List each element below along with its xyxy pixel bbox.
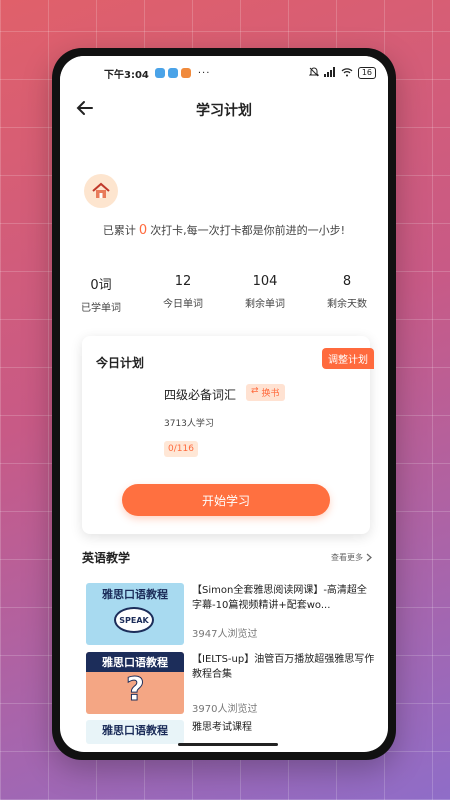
swap-icon: ⇄ <box>251 386 259 396</box>
app-notification-icon <box>180 68 191 78</box>
battery-icon: 16 <box>357 67 376 79</box>
course-views: 3970人浏览过 <box>192 704 258 715</box>
stat-learned: 0词 已学单词 <box>60 274 142 314</box>
stat-value: 8 <box>342 274 352 289</box>
stat-remaining-words: 104 剩余单词 <box>224 274 306 314</box>
course-item[interactable]: 雅思口语教程 SPEAK 【Simon全套雅思阅读网课】-高清超全字幕-10篇视… <box>86 583 376 645</box>
stat-label: 已学单词 <box>81 303 121 314</box>
app-notification-icon <box>154 68 165 78</box>
house-icon <box>92 182 110 198</box>
nav-bar: 学习计划 <box>60 90 388 130</box>
course-item[interactable]: 雅思口语教程 雅思考试课程 <box>86 720 376 744</box>
course-info: 【IELTS-up】油管百万播放超强雅思写作教程合集 3970人浏览过 <box>192 652 376 715</box>
thumb-banner: 雅思口语教程 <box>86 652 184 672</box>
course-thumbnail: 雅思口语教程 SPEAK <box>86 583 184 645</box>
course-views: 3947人浏览过 <box>192 629 258 640</box>
stat-remaining-days: 8 剩余天数 <box>306 274 388 314</box>
course-title: 雅思考试课程 <box>192 722 252 733</box>
app-screen: 下午3:04 ··· 16 学习计划 已累计 0 次打卡,每一次打卡都是你前进的… <box>60 56 388 752</box>
page-title: 学习计划 <box>196 103 252 119</box>
stat-label: 今日单词 <box>163 299 203 310</box>
question-mark-icon: ? <box>126 670 146 709</box>
checkin-prefix: 已累计 <box>102 224 136 237</box>
stat-value: 104 <box>252 274 278 289</box>
phone-frame: 下午3:04 ··· 16 学习计划 已累计 0 次打卡,每一次打卡都是你前进的… <box>52 48 396 760</box>
stats-row: 0词 已学单词 12 今日单词 104 剩余单词 8 剩余天数 <box>60 274 388 314</box>
checkin-summary: 已累计 0 次打卡,每一次打卡都是你前进的一小步! <box>60 222 388 238</box>
progress-badge: 0/116 <box>164 441 198 457</box>
plan-title: 今日计划 <box>96 356 145 370</box>
stat-value: 12 <box>174 274 192 289</box>
section-title: 英语教学 <box>82 551 131 565</box>
course-thumbnail: 雅思口语教程 <box>86 720 184 744</box>
course-item[interactable]: 雅思口语教程 ? 【IELTS-up】油管百万播放超强雅思写作教程合集 3970… <box>86 652 376 715</box>
back-arrow-icon[interactable] <box>76 98 94 122</box>
signal-icon <box>323 66 336 80</box>
thumb-banner: 雅思口语教程 <box>102 588 168 601</box>
course-info: 【Simon全套雅思阅读网课】-高清超全字幕-10篇视频精讲+配套wo... 3… <box>192 583 376 645</box>
app-notification-icon <box>167 68 178 78</box>
learner-count: 3713人学习 <box>164 419 214 429</box>
stat-label: 剩余单词 <box>245 299 285 310</box>
mute-icon <box>308 67 320 80</box>
stat-today: 12 今日单词 <box>142 274 224 314</box>
adjust-plan-button[interactable]: 调整计划 <box>322 348 374 369</box>
swap-label: 换书 <box>261 389 280 399</box>
book-name: 四级必备词汇 <box>164 388 237 402</box>
checkin-count: 0 <box>138 223 148 238</box>
see-more-link[interactable]: 查看更多 <box>331 552 372 563</box>
more-notifications-icon: ··· <box>197 67 211 79</box>
status-icons: 16 <box>308 66 376 80</box>
thumb-banner: 雅思口语教程 <box>102 724 168 737</box>
course-title: 【Simon全套雅思阅读网课】-高清超全字幕-10篇视频精讲+配套wo... <box>192 585 367 611</box>
stat-value: 0词 <box>90 278 112 293</box>
course-info: 雅思考试课程 <box>192 720 376 744</box>
speech-bubble-icon: SPEAK <box>114 607 154 633</box>
course-title: 【IELTS-up】油管百万播放超强雅思写作教程合集 <box>192 654 375 680</box>
checkin-suffix: 次打卡,每一次打卡都是你前进的一小步! <box>150 224 346 237</box>
see-more-label: 查看更多 <box>331 553 363 562</box>
english-teaching-header: 英语教学 查看更多 <box>82 549 372 566</box>
avatar <box>84 174 118 208</box>
start-learning-button[interactable]: 开始学习 <box>122 484 330 516</box>
stat-label: 剩余天数 <box>327 299 367 310</box>
chevron-right-icon <box>366 553 372 562</box>
course-thumbnail: 雅思口语教程 ? <box>86 652 184 714</box>
status-time: 下午3:04 <box>104 69 149 81</box>
wifi-icon <box>341 67 353 80</box>
swap-book-button[interactable]: ⇄ 换书 <box>246 384 285 401</box>
status-bar: 下午3:04 ··· 16 <box>60 56 388 90</box>
home-indicator[interactable] <box>178 743 278 746</box>
today-plan-card: 今日计划 调整计划 四级必备词汇 ⇄ 换书 3713人学习 0/116 开始学习 <box>82 336 374 534</box>
